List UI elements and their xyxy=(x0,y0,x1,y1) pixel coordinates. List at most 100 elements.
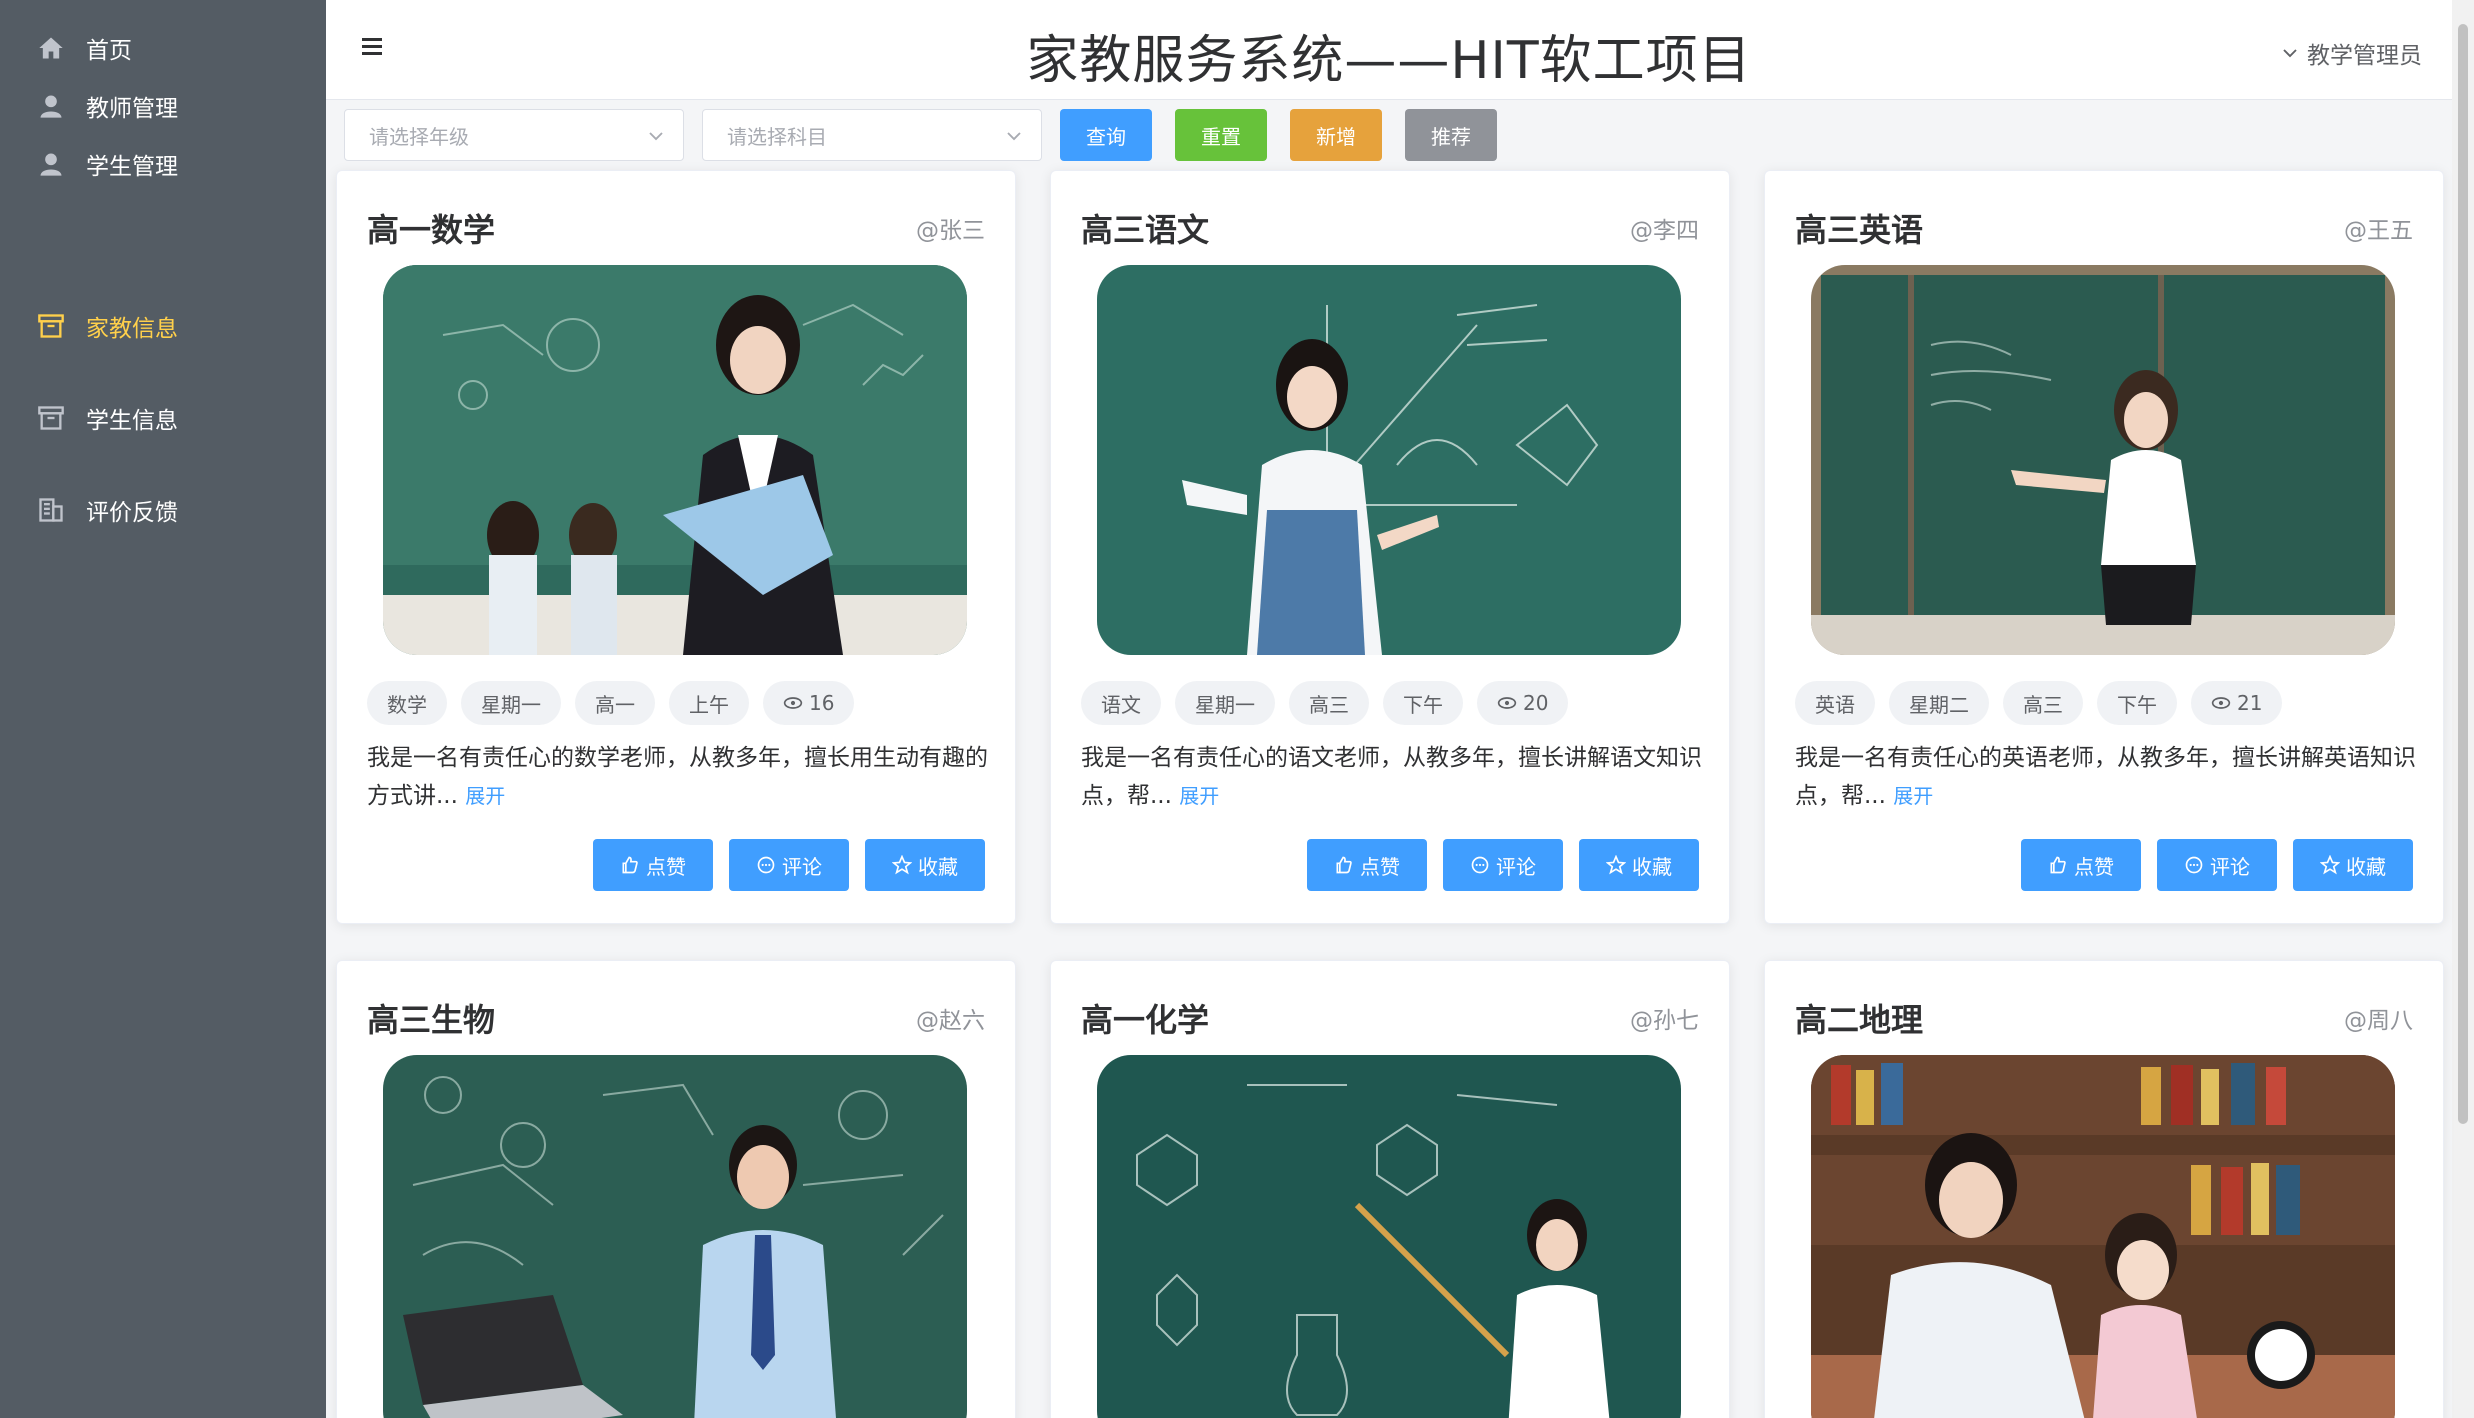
like-label: 点赞 xyxy=(646,854,686,879)
add-button[interactable]: 新增 xyxy=(1290,109,1382,161)
favorite-button[interactable]: 收藏 xyxy=(2293,839,2413,891)
comment-button[interactable]: 评论 xyxy=(729,839,849,891)
office-building-icon xyxy=(36,495,66,525)
views-count: 21 xyxy=(2237,691,2263,715)
description-text: 我是一名有责任心的语文老师，从教多年，擅长讲解语文知识点，帮... xyxy=(1081,745,1702,809)
chevron-down-icon xyxy=(649,132,663,141)
tag-list: 数学 星期一 高一 上午 16 xyxy=(367,681,868,725)
tutor-card[interactable]: 高三生物 @赵六 xyxy=(336,960,1016,1418)
home-icon xyxy=(36,33,66,63)
card-author: @赵六 xyxy=(916,1008,985,1034)
scrollbar-thumb[interactable] xyxy=(2458,24,2468,1124)
time-tag: 下午 xyxy=(1383,681,1463,725)
card-author: @张三 xyxy=(916,218,985,244)
teacher-biology-photo xyxy=(383,1055,967,1418)
comment-icon xyxy=(1471,856,1489,874)
card-title: 高三英语 xyxy=(1795,211,1924,249)
time-tag: 下午 xyxy=(2097,681,2177,725)
sidebar-item-tutoring-info[interactable]: 家教信息 xyxy=(0,280,326,372)
card-actions: 点赞 评论 收藏 xyxy=(2005,839,2413,891)
like-button[interactable]: 点赞 xyxy=(593,839,713,891)
star-icon xyxy=(2320,855,2340,875)
tutor-card[interactable]: 高二地理 @周八 xyxy=(1764,960,2444,1418)
reset-button[interactable]: 重置 xyxy=(1175,109,1267,161)
subject-select-placeholder: 请选择科目 xyxy=(727,124,827,149)
comment-icon xyxy=(2185,856,2203,874)
favorite-label: 收藏 xyxy=(2346,854,2386,879)
card-description: 我是一名有责任心的语文老师，从教多年，擅长讲解语文知识点，帮... 展开 xyxy=(1081,739,1711,815)
subject-tag: 语文 xyxy=(1081,681,1161,725)
card-title: 高一数学 xyxy=(367,211,496,249)
tutor-card[interactable]: 高三语文 @李四 语文 星期一 高三 下午 20 我是一名有责任心的语文老师，从 xyxy=(1050,170,1730,924)
expand-link[interactable]: 展开 xyxy=(1893,784,1933,808)
card-actions: 点赞 评论 收藏 xyxy=(577,839,985,891)
user-menu[interactable]: 教学管理员 xyxy=(2281,36,2422,70)
sidebar-item-student-info[interactable]: 学生信息 xyxy=(0,372,326,464)
subject-tag: 数学 xyxy=(367,681,447,725)
views-count: 16 xyxy=(809,691,835,715)
expand-link[interactable]: 展开 xyxy=(465,784,505,808)
like-label: 点赞 xyxy=(2074,854,2114,879)
sidebar-item-label: 学生信息 xyxy=(86,408,178,434)
sidebar-item-label: 学生管理 xyxy=(86,154,178,180)
like-button[interactable]: 点赞 xyxy=(2021,839,2141,891)
card-description: 我是一名有责任心的英语老师，从教多年，擅长讲解英语知识点，帮... 展开 xyxy=(1795,739,2425,815)
like-button[interactable]: 点赞 xyxy=(1307,839,1427,891)
teacher-english-photo xyxy=(1811,265,2395,655)
tag-list: 语文 星期一 高三 下午 20 xyxy=(1081,681,1582,725)
query-button[interactable]: 查询 xyxy=(1060,109,1152,161)
day-tag: 星期一 xyxy=(1175,681,1275,725)
box-icon xyxy=(36,403,66,433)
comment-button[interactable]: 评论 xyxy=(2157,839,2277,891)
expand-link[interactable]: 展开 xyxy=(1179,784,1219,808)
sidebar-item-label: 评价反馈 xyxy=(86,500,178,526)
star-icon xyxy=(1606,855,1626,875)
views-tag: 21 xyxy=(2191,681,2283,725)
thumbs-up-icon xyxy=(2050,856,2066,874)
grade-tag: 高三 xyxy=(2003,681,2083,725)
eye-icon xyxy=(1497,697,1517,709)
star-icon xyxy=(892,855,912,875)
card-title: 高三生物 xyxy=(367,1001,496,1039)
chevron-down-icon xyxy=(2283,49,2297,58)
comment-label: 评论 xyxy=(782,854,822,879)
card-title: 高一化学 xyxy=(1081,1001,1210,1039)
tutor-card[interactable]: 高三英语 @王五 英语 星期二 高三 下午 21 我是一名有责任心的英语老师，从… xyxy=(1764,170,2444,924)
favorite-button[interactable]: 收藏 xyxy=(1579,839,1699,891)
views-tag: 20 xyxy=(1477,681,1569,725)
comment-button[interactable]: 评论 xyxy=(1443,839,1563,891)
subject-select[interactable]: 请选择科目 xyxy=(702,109,1042,161)
tutor-card[interactable]: 高一化学 @孙七 xyxy=(1050,960,1730,1418)
card-author: @周八 xyxy=(2344,1008,2413,1034)
sidebar: 首页 教师管理 学生管理 家教信息 学生信息 评价反馈 xyxy=(0,0,326,1418)
grade-select[interactable]: 请选择年级 xyxy=(344,109,684,161)
comment-label: 评论 xyxy=(2210,854,2250,879)
teacher-chinese-photo xyxy=(1097,265,1681,655)
card-author: @李四 xyxy=(1630,218,1699,244)
scrollbar[interactable] xyxy=(2452,0,2474,1418)
grade-select-placeholder: 请选择年级 xyxy=(369,124,469,149)
comment-label: 评论 xyxy=(1496,854,1536,879)
comment-icon xyxy=(757,856,775,874)
recommend-button[interactable]: 推荐 xyxy=(1405,109,1497,161)
user-name: 教学管理员 xyxy=(2307,43,2422,69)
user-icon xyxy=(36,91,66,121)
sidebar-item-label: 家教信息 xyxy=(86,316,178,342)
tag-list: 英语 星期二 高三 下午 21 xyxy=(1795,681,2296,725)
favorite-button[interactable]: 收藏 xyxy=(865,839,985,891)
card-author: @孙七 xyxy=(1630,1008,1699,1034)
time-tag: 上午 xyxy=(669,681,749,725)
thumbs-up-icon xyxy=(622,856,638,874)
tutor-card[interactable]: 高一数学 @张三 数学 星期一 高一 上午 16 我是一名有责任心的数学老师，从… xyxy=(336,170,1016,924)
card-title: 高二地理 xyxy=(1795,1001,1924,1039)
favorite-label: 收藏 xyxy=(918,854,958,879)
thumbs-up-icon xyxy=(1336,856,1352,874)
card-title: 高三语文 xyxy=(1081,211,1210,249)
description-text: 我是一名有责任心的数学老师，从教多年，擅长用生动有趣的方式讲... xyxy=(367,745,988,809)
views-count: 20 xyxy=(1523,691,1549,715)
sidebar-item-student-management[interactable]: 学生管理 xyxy=(0,118,326,210)
sidebar-item-feedback[interactable]: 评价反馈 xyxy=(0,464,326,556)
card-actions: 点赞 评论 收藏 xyxy=(1291,839,1699,891)
card-description: 我是一名有责任心的数学老师，从教多年，擅长用生动有趣的方式讲... 展开 xyxy=(367,739,997,815)
day-tag: 星期二 xyxy=(1889,681,1989,725)
